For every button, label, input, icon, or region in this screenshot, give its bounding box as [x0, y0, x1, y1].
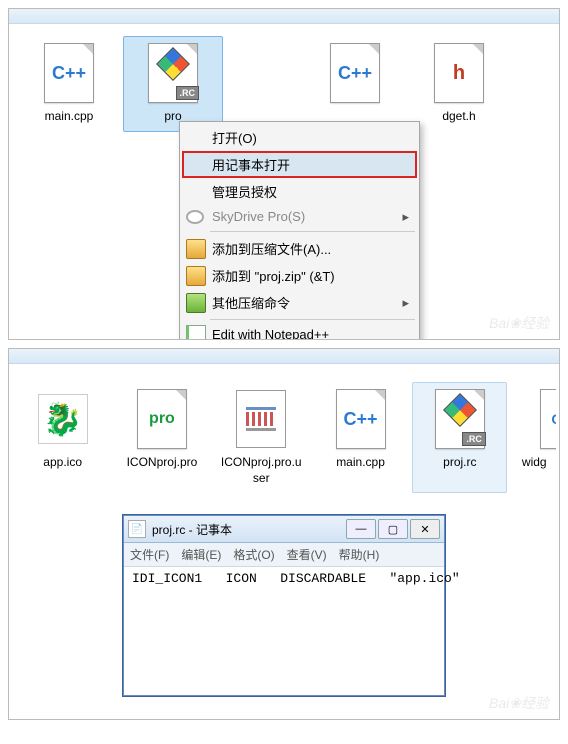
menu-other-zip[interactable]: 其他压缩命令 — [182, 289, 417, 316]
window-header-strip — [9, 349, 559, 364]
rc-file-icon: .RC — [430, 389, 490, 449]
explorer-panel-1: C++ main.cpp .RC pro C++ h dget.h — [8, 8, 560, 340]
file-item-app-ico[interactable]: 🐉 app.ico — [15, 382, 110, 493]
menu-open-with-notepad[interactable]: 用记事本打开 — [182, 151, 417, 178]
file-item-main-cpp[interactable]: C++ main.cpp — [19, 36, 119, 132]
file-grid: 🐉 app.ico pro ICONproj.pro ICONproj.pro.… — [9, 364, 559, 503]
notepad-titlebar[interactable]: 📄 proj.rc - 记事本 ― ▢ ✕ — [124, 516, 444, 543]
cpp-file-icon: C++ — [331, 389, 391, 449]
notepad-title-text: proj.rc - 记事本 — [152, 521, 232, 538]
file-item-iconproj-pro[interactable]: pro ICONproj.pro — [114, 382, 209, 493]
menu-add-to-archive[interactable]: 添加到压缩文件(A)... — [182, 235, 417, 262]
file-label: app.ico — [20, 455, 105, 471]
notepad-text-area[interactable]: IDI_ICON1 ICON DISCARDABLE "app.ico" — [124, 567, 444, 695]
file-label: proj.rc — [417, 455, 502, 471]
notepad-window: 📄 proj.rc - 记事本 ― ▢ ✕ 文件(F) 编辑(E) 格式(O) … — [123, 515, 445, 696]
menu-admin-auth[interactable]: 管理员授权 — [182, 178, 417, 205]
file-item-main-cpp[interactable]: C++ main.cpp — [313, 382, 408, 493]
notepad-app-icon: 📄 — [128, 520, 146, 538]
rc-file-icon: .RC — [143, 43, 203, 103]
h-file-icon: h — [429, 43, 489, 103]
pro-file-icon: pro — [132, 389, 192, 449]
file-item-proj-rc[interactable]: .RC proj.rc — [412, 382, 507, 493]
explorer-panel-2: 🐉 app.ico pro ICONproj.pro ICONproj.pro.… — [8, 348, 560, 720]
cpp-file-icon: C++ — [325, 43, 385, 103]
file-label: dget.h — [414, 109, 504, 125]
file-item-proj-rc[interactable]: .RC pro — [123, 36, 223, 132]
watermark: Bai❀经验 — [489, 693, 549, 713]
menu-add-to-projzip[interactable]: 添加到 "proj.zip" (&T) — [182, 262, 417, 289]
menu-edit[interactable]: 编辑(E) — [181, 546, 221, 563]
file-label: ICONproj.pro.user — [219, 455, 304, 486]
menu-label: 添加到 "proj.zip" (&T) — [212, 266, 335, 285]
menu-format[interactable]: 格式(O) — [233, 546, 274, 563]
file-item-iconproj-pro-user[interactable]: ICONproj.pro.user — [214, 382, 309, 493]
watermark: Bai❀经验 — [489, 313, 549, 333]
minimize-button[interactable]: ― — [346, 519, 376, 539]
file-label: main.cpp — [318, 455, 403, 471]
menu-separator — [210, 231, 415, 232]
file-item-widget[interactable]: C widg — [511, 382, 557, 493]
menu-separator — [210, 319, 415, 320]
file-item-h[interactable]: h dget.h — [409, 36, 509, 132]
menu-skydrive-pro[interactable]: SkyDrive Pro(S) — [182, 205, 417, 228]
window-buttons: ― ▢ ✕ — [344, 519, 440, 539]
close-button[interactable]: ✕ — [410, 519, 440, 539]
menu-label: 打开(O) — [212, 128, 257, 147]
notepadpp-icon — [186, 325, 206, 341]
file-item-cpp[interactable]: C++ — [305, 36, 405, 116]
file-label: widg — [516, 455, 552, 471]
ico-file-icon: 🐉 — [33, 389, 93, 449]
maximize-button[interactable]: ▢ — [378, 519, 408, 539]
menu-label: 用记事本打开 — [212, 155, 290, 174]
menu-edit-notepadpp[interactable]: Edit with Notepad++ — [182, 323, 417, 340]
cpp-file-icon: C — [526, 389, 557, 449]
menu-label: 管理员授权 — [212, 182, 277, 201]
menu-file[interactable]: 文件(F) — [130, 546, 169, 563]
menu-label: SkyDrive Pro(S) — [212, 209, 305, 224]
file-label: main.cpp — [24, 109, 114, 125]
menu-view[interactable]: 查看(V) — [287, 546, 327, 563]
window-header-strip — [9, 9, 559, 24]
menu-help[interactable]: 帮助(H) — [339, 546, 380, 563]
cpp-file-icon: C++ — [39, 43, 99, 103]
archive-icon — [186, 239, 206, 259]
archive-icon — [186, 266, 206, 286]
notepad-menubar: 文件(F) 编辑(E) 格式(O) 查看(V) 帮助(H) — [124, 543, 444, 567]
menu-label: Edit with Notepad++ — [212, 327, 329, 340]
context-menu: 打开(O) 用记事本打开 管理员授权 SkyDrive Pro(S) 添加到压缩… — [179, 121, 420, 340]
menu-label: 添加到压缩文件(A)... — [212, 239, 331, 258]
file-label: ICONproj.pro — [119, 455, 204, 471]
skydrive-icon — [186, 210, 204, 224]
menu-open[interactable]: 打开(O) — [182, 124, 417, 151]
prouser-file-icon — [231, 389, 291, 449]
archive-green-icon — [186, 293, 206, 313]
menu-label: 其他压缩命令 — [212, 293, 290, 312]
